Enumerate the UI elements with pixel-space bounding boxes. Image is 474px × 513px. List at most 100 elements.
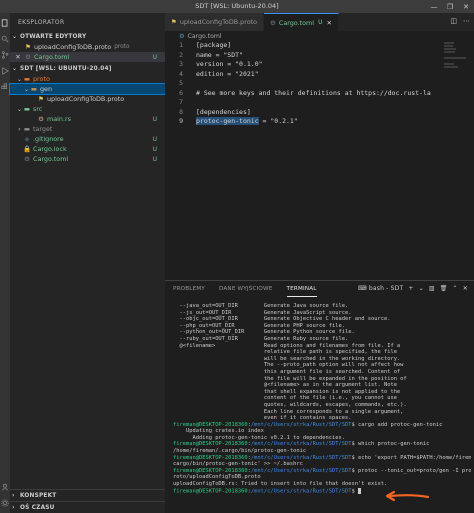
panel-tabs: PROBLEMY DANE WYJŚCIOWE TERMINAL ⌨ bash … [165, 281, 474, 297]
chevron-right-icon: › [12, 492, 15, 499]
close-panel-icon[interactable]: ✕ [463, 285, 468, 292]
tree-item-src[interactable]: ⌄ ▬ src [10, 104, 165, 114]
split-terminal-icon[interactable]: ▥ [429, 285, 435, 292]
workspace-header[interactable]: ⌄ SDT [WSL: UBUNTU-20.04] [10, 63, 165, 74]
tree-item-proto[interactable]: ⌄ ▬ proto [10, 74, 165, 84]
terminal-output[interactable]: --java_out=OUT_DIR Generate Java source … [173, 303, 471, 513]
line-text: protoc-gen-tonic = "0.2.1" [196, 117, 298, 127]
prompt-path: /mnt/c/Users/strka/Rust/SDT/SDT [250, 467, 352, 474]
timeline-header[interactable]: › OŚ CZASU [10, 501, 165, 513]
selected-token: protoc-gen-tonic [196, 117, 259, 125]
prompt-command: $ protoc --tonic_out=proto/gen -I proto … [351, 467, 471, 474]
settings-gear-icon[interactable] [1, 499, 9, 507]
terminal-line: that shell expansion is not applied to t… [173, 388, 401, 395]
code-editor[interactable]: 1 [package] 2 name = "SDT" 3 version = "0.1… [165, 41, 474, 272]
explorer-icon[interactable] [1, 19, 9, 27]
minimap[interactable] [440, 41, 474, 101]
line-number: 5 [179, 79, 183, 87]
close-button[interactable]: ✕ [458, 0, 474, 13]
gear-icon: ⚙ [179, 32, 185, 40]
open-editor-filename: Cargo.toml [34, 53, 70, 61]
extensions-icon[interactable] [1, 83, 9, 91]
line-text: edition = "2021" [196, 69, 259, 78]
new-terminal-icon[interactable]: + [408, 285, 413, 292]
git-status-badge: U [318, 19, 323, 26]
tree-item-main-rs[interactable]: ⚙ main.rs U [10, 114, 165, 124]
terminal-line: roto/uploadConfigToDB.proto [173, 474, 261, 481]
chevron-down-icon[interactable]: ⌄ [419, 285, 424, 292]
terminal-line: @<filename> as in the argument list. Not… [173, 382, 397, 389]
open-editor-item[interactable]: ✕ ⚙ Cargo.toml U [10, 52, 165, 62]
tree-item-gitignore[interactable]: ◆ .gitignore U [10, 134, 165, 144]
code-line: 2 name = "SDT" [165, 51, 474, 61]
line-number: 3 [179, 60, 183, 68]
tree-item-target[interactable]: › ▬ target [10, 124, 165, 134]
gear-icon: ⚙ [270, 18, 276, 27]
tree-item-label: src [33, 105, 43, 113]
split-editor-icon[interactable]: ◫ [450, 17, 457, 25]
terminal-line: content of the file (i.e., you cannot us… [173, 395, 397, 402]
terminal-icon: ⌨ [357, 285, 369, 292]
tree-item-uploadconfig[interactable]: ⚑ uploadConfigToDB.proto [10, 94, 165, 104]
terminal-line: @<filename> Read options and filenames f… [173, 342, 401, 349]
tree-item-label: gen [40, 85, 53, 93]
chevron-down-icon: ⌄ [16, 75, 23, 83]
account-icon[interactable] [1, 483, 9, 491]
close-icon[interactable]: ✕ [326, 19, 331, 27]
explorer-sidebar: EKSPLORATOR ⌄ OTWARTE EDYTORY ⚑ uploadCo… [9, 13, 166, 513]
prompt-command: $ cargo add protoc-gen-tonic [351, 421, 443, 428]
terminal-line: will be searched in the working director… [173, 355, 401, 362]
trash-icon[interactable]: 🗑 [440, 285, 448, 292]
source-control-icon[interactable] [1, 51, 9, 59]
terminal-line: the file will be expanded in the positio… [173, 375, 407, 382]
tab-uploadconfig-proto[interactable]: ⚑ uploadConfigToDB.proto [165, 13, 265, 31]
tree-item-gen[interactable]: ⌄ ▬ gen [9, 83, 166, 95]
code-line-current: 9 protoc-gen-tonic = "0.2.1" [165, 117, 474, 127]
explorer-title: EKSPLORATOR [18, 19, 65, 26]
code-line: 1 [package] [165, 41, 474, 51]
prompt-command: $ which protoc-gen-tonic [351, 441, 430, 448]
tree-item-cargo-toml[interactable]: ⚙ Cargo.toml U [10, 154, 165, 164]
prompt-path: /mnt/c/Users/strka/Rust/SDT/SDT [250, 488, 352, 495]
git-status-badge: U [152, 155, 157, 163]
terminal-line: cargo/bin/protoc-gen-tonic' >> ~/.bashrc [173, 461, 303, 468]
tab-terminal[interactable]: TERMINAL [286, 281, 317, 297]
terminal-line: Updating crates.io index [173, 428, 264, 435]
breadcrumb-file[interactable]: Cargo.toml [188, 33, 222, 40]
git-file-icon: ◆ [24, 135, 30, 143]
chevron-down-icon: ⌄ [12, 65, 18, 72]
code-line: 4 edition = "2021" [165, 70, 474, 80]
open-editor-item[interactable]: ⚑ uploadConfigToDB.proto proto [10, 42, 165, 52]
more-actions-icon[interactable]: ⋯ [463, 17, 470, 25]
line-number: 9 [179, 117, 183, 125]
lock-file-icon: 🔒 [23, 145, 32, 153]
maximize-panel-icon[interactable]: ⌃ [453, 285, 458, 292]
tree-item-cargo-lock[interactable]: 🔒 Cargo.lock U [10, 144, 165, 154]
open-editors-header[interactable]: ⌄ OTWARTE EDYTORY [10, 31, 165, 42]
restore-button[interactable]: ❐ [442, 0, 458, 13]
prompt-command: $ echo 'export PATH=$PATH:/home/fireman/… [351, 454, 471, 461]
search-icon[interactable] [1, 35, 9, 43]
prompt-user: fireman@DESKTOP-2018360 [173, 488, 248, 495]
breadcrumb[interactable]: ⚙ Cargo.toml [165, 31, 222, 41]
outline-header[interactable]: › KONSPEKT [10, 489, 165, 501]
chevron-right-icon: › [12, 504, 15, 511]
editor-actions: ◫ ⋯ [450, 17, 470, 25]
terminal-line: this argument file is searched. Content … [173, 368, 401, 375]
gear-icon: ⚙ [25, 53, 31, 61]
minimize-button[interactable]: — [426, 0, 442, 13]
title-bar: SDT [WSL: Ubuntu-20.04] — ❐ ✕ [0, 0, 474, 13]
tab-problems[interactable]: PROBLEMY [173, 281, 205, 297]
terminal-line: --php_out=OUT_DIR Generate PHP source fi… [173, 322, 346, 329]
terminal-line: quotes, wildcards, escapes, commands, et… [173, 401, 407, 408]
prompt-user: fireman@DESKTOP-2018360 [173, 467, 248, 474]
terminal-line: Each line corresponds to a single argume… [173, 408, 404, 415]
tab-output[interactable]: DANE WYJŚCIOWE [219, 281, 273, 297]
terminal-selector[interactable]: ⌨ bash - SDT [358, 285, 403, 292]
tree-item-label: proto [33, 75, 50, 83]
run-debug-icon[interactable] [1, 67, 9, 75]
code-line: 5 [165, 79, 474, 89]
panel-actions: ⌨ bash - SDT + ⌄ ▥ 🗑 ⌃ ✕ [358, 285, 468, 292]
tab-cargo-toml[interactable]: ⚙ Cargo.toml U ✕ [264, 13, 339, 31]
close-icon[interactable]: ✕ [14, 53, 22, 61]
